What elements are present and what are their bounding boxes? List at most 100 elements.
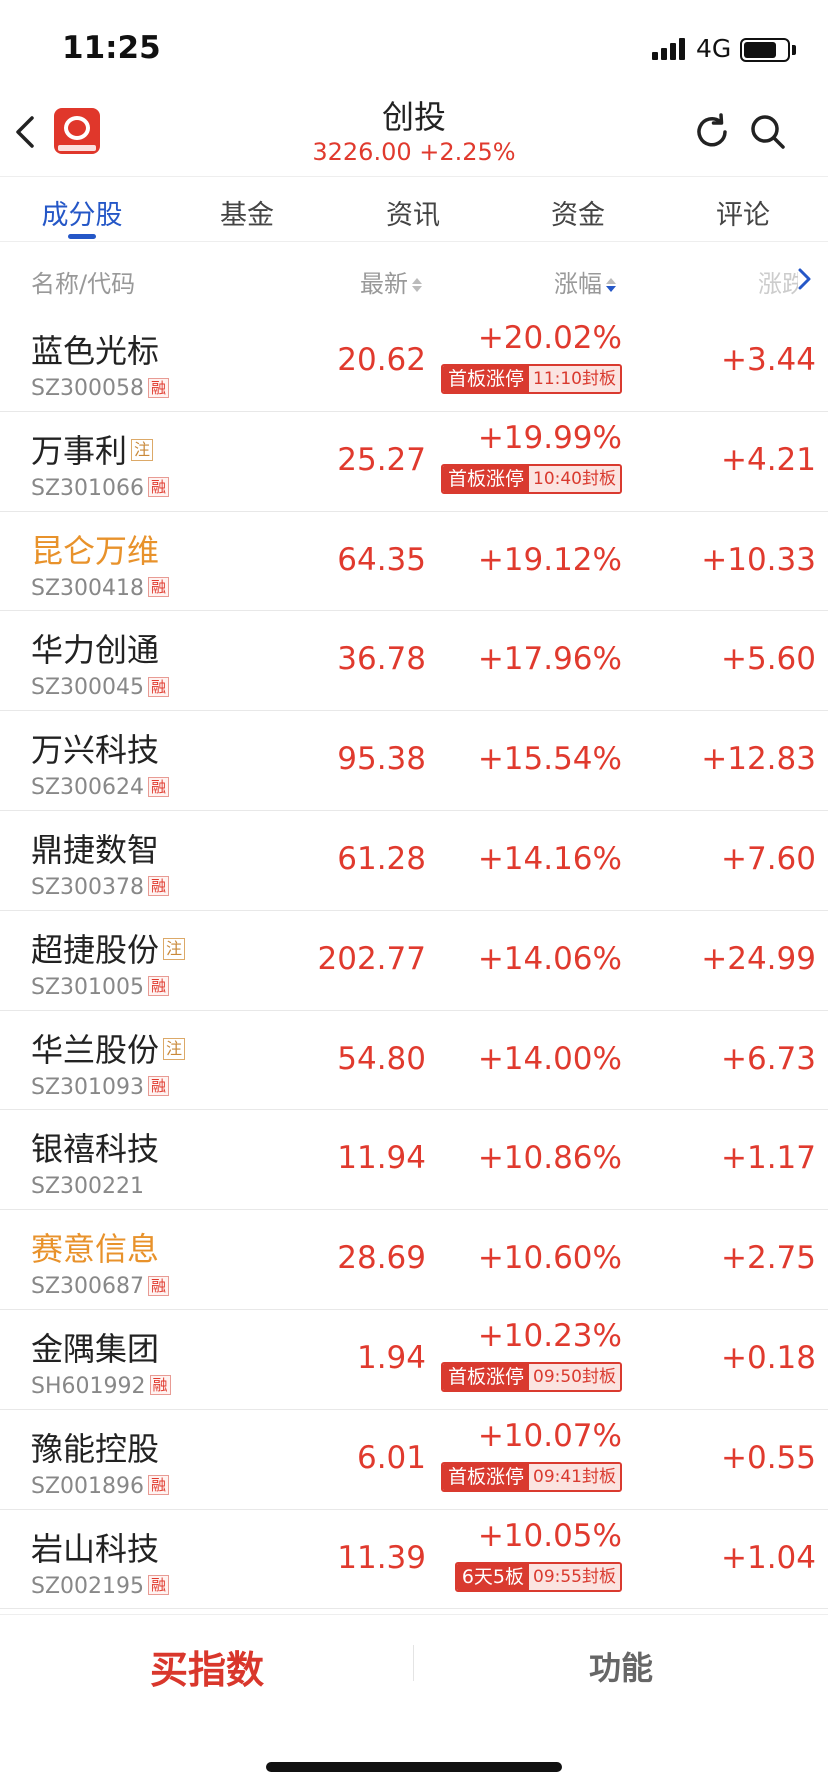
table-row[interactable]: 赛意信息 SZ300687 融 28.69 +10.60% +2.75 <box>0 1210 828 1310</box>
stock-code: SZ002195 融 <box>31 1574 170 1599</box>
buy-index-button[interactable]: 买指数 <box>0 1639 414 1694</box>
stock-name: 万事利注 <box>31 426 154 472</box>
change-amount: +4.21 <box>721 441 816 478</box>
margin-badge: 融 <box>148 976 170 997</box>
stock-code-text: SZ301005 <box>31 974 145 1000</box>
search-icon[interactable] <box>748 112 788 152</box>
stock-code: SZ300624 融 <box>31 775 170 801</box>
seal-time: 09:41封板 <box>529 1463 620 1490</box>
table-row[interactable]: 蓝色光标 SZ300058 融 20.62 +20.02% 首板涨停 11:10封板 +3.4… <box>0 312 828 412</box>
stock-name-text: 岩山科技 <box>31 1529 160 1568</box>
registration-badge: 注 <box>163 1037 186 1060</box>
column-change-pct[interactable]: 涨幅 <box>554 264 616 299</box>
table-row[interactable]: 华兰股份注 SZ301093 融 54.80 +14.00% +6.73 <box>0 1011 828 1111</box>
stock-code: SZ300045 融 <box>31 675 170 701</box>
change-percent: +19.12% <box>477 541 622 578</box>
stock-name: 金隅集团 <box>31 1324 159 1370</box>
table-row[interactable]: 金隅集团 SH601992 融 1.94 +10.23% 首板涨停 09:50封板 +0.18 <box>0 1310 828 1410</box>
stock-code: SZ301066 融 <box>31 476 170 501</box>
change-amount: +0.18 <box>721 1339 816 1376</box>
sort-icon <box>412 278 422 292</box>
stock-code-text: SZ300045 <box>31 675 145 701</box>
table-row[interactable]: 银禧科技 SZ300221 11.94 +10.86% +1.17 <box>0 1110 828 1211</box>
change-amount: +10.33 <box>701 541 816 578</box>
column-latest-label: 最新 <box>360 270 408 298</box>
stock-code-text: SZ300624 <box>31 775 145 801</box>
margin-badge: 融 <box>148 377 170 398</box>
column-name-code[interactable]: 名称/代码 <box>31 264 135 299</box>
latest-price: 36.78 <box>337 641 426 678</box>
tab-comments[interactable]: 评论 <box>683 193 803 232</box>
change-percent: +19.99% <box>477 419 622 456</box>
change-amount: +12.83 <box>701 741 816 778</box>
tab-news[interactable]: 资讯 <box>353 193 473 232</box>
function-button[interactable]: 功能 <box>414 1643 828 1689</box>
table-row[interactable]: 万事利注 SZ301066 融 25.27 +19.99% 首板涨停 10:40封板 +4.2… <box>0 412 828 512</box>
stock-code: SZ300221 <box>31 1174 144 1199</box>
latest-price: 28.69 <box>337 1240 426 1277</box>
chevron-right-icon[interactable] <box>794 266 814 292</box>
table-row[interactable]: 超捷股份注 SZ301005 融 202.77 +14.06% +24.99 <box>0 911 828 1011</box>
stock-name-text: 华兰股份 <box>31 1030 160 1069</box>
stock-name-text: 万兴科技 <box>31 731 160 770</box>
latest-price: 61.28 <box>337 840 426 877</box>
latest-price: 11.39 <box>337 1539 426 1576</box>
stock-name-text: 豫能控股 <box>31 1429 160 1468</box>
margin-badge: 融 <box>148 577 170 598</box>
stock-code-text: SZ001896 <box>31 1473 145 1499</box>
refresh-icon[interactable] <box>692 112 732 152</box>
tab-bar: 成分股 基金 资讯 资金 评论 <box>0 176 828 242</box>
stock-name-text: 银禧科技 <box>31 1130 160 1169</box>
sort-icon <box>606 278 616 292</box>
registration-badge: 注 <box>163 937 186 960</box>
margin-badge: 融 <box>148 477 170 498</box>
change-percent: +10.60% <box>477 1240 622 1277</box>
table-row[interactable]: 万兴科技 SZ300624 融 95.38 +15.54% +12.83 <box>0 711 828 811</box>
table-row[interactable]: 豫能控股 SZ001896 融 6.01 +10.07% 首板涨停 09:41封板 +0.55 <box>0 1410 828 1510</box>
stock-code: SZ301093 融 <box>31 1074 170 1100</box>
column-change-pct-label: 涨幅 <box>554 270 602 298</box>
stock-code: SZ301005 融 <box>31 974 170 1000</box>
stock-name-text: 华力创通 <box>31 631 160 670</box>
stock-code-text: SZ300418 <box>31 575 145 601</box>
stock-code: SZ300378 融 <box>31 875 170 900</box>
change-amount: +24.99 <box>701 940 816 977</box>
change-percent: +17.96% <box>477 641 622 678</box>
stock-name: 超捷股份注 <box>31 925 186 971</box>
stock-name: 银禧科技 <box>31 1124 159 1170</box>
stock-name: 华力创通 <box>31 625 159 671</box>
change-amount: +2.75 <box>721 1240 816 1277</box>
tab-constituents[interactable]: 成分股 <box>22 193 142 232</box>
limit-up-label: 首板涨停 <box>442 465 529 492</box>
seal-time: 09:55封板 <box>529 1563 620 1590</box>
tab-funds[interactable]: 基金 <box>187 193 307 232</box>
limit-up-tag: 6天5板 09:55封板 <box>454 1561 622 1592</box>
latest-price: 54.80 <box>337 1040 426 1077</box>
table-row[interactable]: 岩山科技 SZ002195 融 11.39 +10.05% 6天5板 09:55封板 +1.0… <box>0 1510 828 1610</box>
battery-icon <box>740 38 790 62</box>
stock-code-text: SH601992 <box>31 1373 146 1399</box>
table-row[interactable]: 华力创通 SZ300045 融 36.78 +17.96% +5.60 <box>0 611 828 712</box>
stock-name: 万兴科技 <box>31 725 159 771</box>
margin-badge: 融 <box>148 776 170 797</box>
change-percent: +10.07% <box>477 1417 622 1454</box>
limit-up-label: 首板涨停 <box>442 1363 529 1390</box>
limit-up-label: 首板涨停 <box>442 366 529 392</box>
table-row[interactable]: 昆仑万维 SZ300418 融 64.35 +19.12% +10.33 <box>0 512 828 612</box>
stock-code: SZ300418 融 <box>31 575 170 601</box>
latest-price: 11.94 <box>337 1140 426 1177</box>
change-percent: +14.06% <box>477 940 622 977</box>
stock-code-text: SZ301093 <box>31 1074 145 1100</box>
registration-badge: 注 <box>131 438 154 461</box>
change-percent: +10.86% <box>477 1140 622 1177</box>
margin-badge: 融 <box>149 1375 171 1396</box>
stock-code: SZ300058 融 <box>31 376 170 401</box>
limit-up-tag: 首板涨停 09:50封板 <box>440 1361 622 1392</box>
table-row[interactable]: 鼎捷数智 SZ300378 融 61.28 +14.16% +7.60 <box>0 811 828 911</box>
stock-name: 赛意信息 <box>31 1224 159 1270</box>
tab-capital[interactable]: 资金 <box>518 193 638 232</box>
column-latest[interactable]: 最新 <box>360 264 422 299</box>
stock-name: 鼎捷数智 <box>31 825 159 871</box>
change-amount: +0.55 <box>721 1439 816 1476</box>
column-change-amt[interactable]: 涨跌 <box>758 264 798 299</box>
